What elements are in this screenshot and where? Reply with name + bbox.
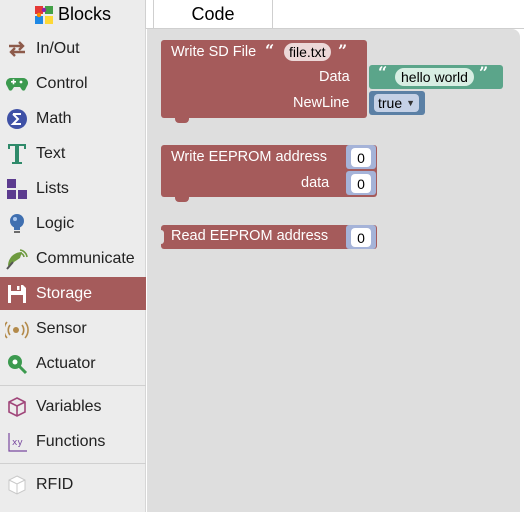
gamepad-icon — [5, 72, 29, 96]
tab-code[interactable]: Code — [153, 0, 273, 29]
tab-blocks[interactable]: Blocks — [0, 0, 146, 29]
category-logic[interactable]: Logic — [0, 207, 146, 240]
data-number-field[interactable]: 0 — [351, 174, 371, 193]
tab-blocks-label: Blocks — [57, 4, 111, 24]
category-label: In/Out — [36, 39, 80, 57]
newline-label: NewLine — [293, 95, 350, 111]
text-block[interactable]: “ hello world ” — [369, 63, 503, 89]
puzzle-icon — [34, 5, 53, 24]
category-label: Text — [36, 144, 66, 162]
sigma-icon — [5, 107, 29, 131]
write-sd-title: Write SD File — [171, 44, 257, 60]
blockly-workspace[interactable]: Write SD File “ file.txt ” Data NewLine … — [147, 29, 520, 512]
category-text[interactable]: Text — [0, 137, 146, 170]
category-functions[interactable]: xy Functions — [0, 425, 146, 458]
category-label: Communicate — [36, 249, 135, 267]
quote-open-icon: “ — [378, 63, 388, 82]
category-variables[interactable]: Variables — [0, 390, 146, 423]
sensor-waves-icon — [5, 317, 29, 341]
floppy-disk-icon — [5, 282, 29, 306]
actuator-icon — [5, 352, 29, 376]
category-label: Variables — [36, 397, 102, 415]
category-lists[interactable]: Lists — [0, 172, 146, 205]
category-label: RFID — [36, 475, 74, 493]
tab-code-label: Code — [191, 3, 235, 24]
cube-outline-icon — [5, 395, 29, 419]
toolbox-separator — [0, 463, 146, 464]
category-math[interactable]: Math — [0, 102, 146, 135]
toolbox: In/Out Control Math Text Lists Logic Com… — [0, 29, 146, 512]
block-notch — [175, 197, 189, 202]
number-block[interactable]: 0 — [346, 171, 376, 195]
svg-text:xy: xy — [12, 438, 23, 448]
category-label: Lists — [36, 179, 69, 197]
category-communicate[interactable]: Communicate — [0, 242, 146, 275]
boolean-block[interactable]: true ▼ — [369, 91, 425, 115]
category-label: Sensor — [36, 319, 87, 337]
letter-t-icon — [5, 142, 29, 166]
category-label: Functions — [36, 432, 106, 450]
category-label: Control — [36, 74, 88, 92]
category-in-out[interactable]: In/Out — [0, 32, 146, 65]
category-storage[interactable]: Storage — [0, 277, 146, 310]
quote-close-icon: ” — [479, 63, 489, 82]
number-block[interactable]: 0 — [346, 145, 376, 169]
true-dropdown[interactable]: true ▼ — [374, 94, 420, 112]
category-label: Math — [36, 109, 72, 127]
category-label: Storage — [36, 284, 93, 302]
quote-close-icon: ” — [338, 41, 348, 60]
read-eeprom-block[interactable]: Read EEPROM address — [158, 225, 377, 249]
block-notch — [175, 118, 189, 123]
category-label: Actuator — [36, 354, 96, 372]
swap-arrows-icon — [5, 37, 29, 61]
blocks-list-icon — [5, 177, 29, 201]
function-xy-icon: xy — [5, 430, 29, 454]
hello-world-field[interactable]: hello world — [395, 68, 474, 86]
toolbox-separator — [0, 385, 146, 386]
category-label: Logic — [36, 214, 75, 232]
category-control[interactable]: Control — [0, 67, 146, 100]
true-dropdown-value: true — [378, 95, 403, 111]
category-actuator[interactable]: Actuator — [0, 347, 146, 380]
read-eeprom-title: Read EEPROM address — [171, 228, 329, 244]
satellite-dish-icon — [5, 247, 29, 271]
lightbulb-icon — [5, 212, 29, 236]
data-label: Data — [319, 69, 350, 85]
write-eeprom-title: Write EEPROM address — [171, 149, 328, 165]
address-number-field[interactable]: 0 — [351, 148, 371, 167]
rfid-box-icon — [5, 473, 29, 497]
dropdown-arrow-icon: ▼ — [406, 98, 416, 108]
write-eeprom-data-label: data — [301, 175, 330, 191]
workspace-scrollbar[interactable] — [520, 32, 524, 512]
quote-open-icon: “ — [265, 41, 275, 60]
number-block[interactable]: 0 — [346, 225, 376, 249]
filename-field[interactable]: file.txt — [284, 43, 331, 61]
write-eeprom-block[interactable]: Write EEPROM address data — [161, 145, 377, 202]
write-sd-file-block[interactable]: Write SD File “ file.txt ” Data NewLine — [161, 40, 367, 123]
category-sensor[interactable]: Sensor — [0, 312, 146, 345]
output-tab — [158, 230, 164, 244]
read-address-number-field[interactable]: 0 — [351, 228, 371, 247]
category-rfid[interactable]: RFID — [0, 468, 146, 501]
